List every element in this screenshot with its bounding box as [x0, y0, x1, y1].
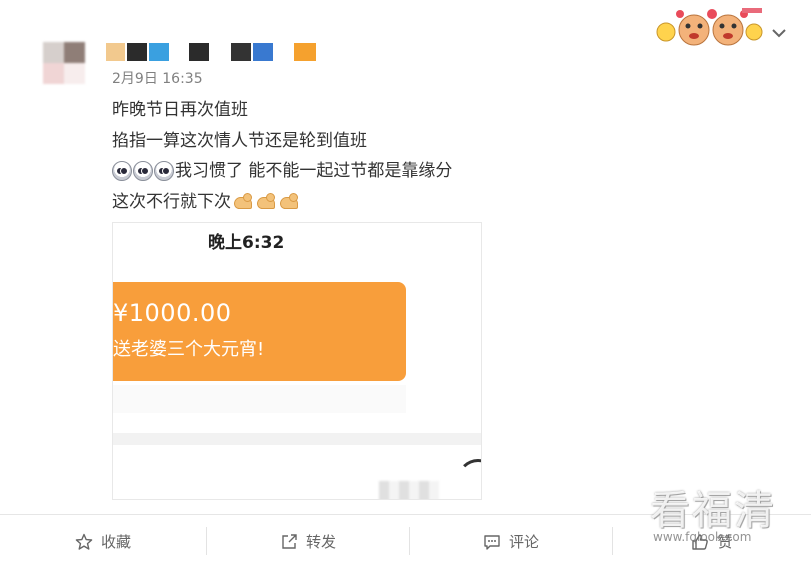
post-line-with-emoji: 我习惯了 能不能一起过节都是靠缘分 [112, 156, 672, 187]
post-line-with-emoji: 这次不行就下次 [112, 187, 672, 218]
muscle-icon [255, 192, 277, 211]
post-text: 昨晚节日再次值班 掐指一算这次情人节还是轮到值班 我习惯了 能不能一起过节都是靠… [112, 95, 672, 217]
decorative-sticker-icon [654, 6, 764, 52]
comment-label: 评论 [508, 533, 539, 551]
image-shade [113, 385, 406, 413]
post-line: 昨晚节日再次值班 [112, 100, 248, 120]
blurred-region [379, 481, 439, 499]
favorite-label: 收藏 [100, 533, 131, 551]
post-line: 这次不行就下次 [112, 191, 231, 212]
post-line: 我习惯了 能不能一起过节都是靠缘分 [175, 161, 453, 181]
favorite-button[interactable]: 收藏 [0, 515, 206, 568]
muscle-icon [278, 192, 300, 211]
red-packet-amount: ¥1000.00 [113, 299, 232, 327]
username-blurred[interactable] [106, 43, 318, 61]
post-timestamp[interactable]: 2月9日 16:35 [112, 68, 203, 88]
scared-face-icon [112, 161, 132, 182]
image-divider [113, 433, 481, 445]
comment-icon [484, 534, 500, 550]
post-image[interactable]: 晚上6:32 ¥1000.00 送老婆三个大元宵! [112, 222, 482, 500]
post-line: 掐指一算这次情人节还是轮到值班 [112, 130, 367, 151]
scared-face-icon [154, 161, 174, 182]
repost-button[interactable]: 转发 [207, 515, 409, 568]
star-icon [75, 533, 93, 550]
image-time: 晚上6:32 [208, 233, 285, 253]
red-packet-card [113, 282, 406, 381]
scared-face-icon [133, 161, 153, 182]
share-icon [282, 533, 297, 549]
chevron-down-icon[interactable] [770, 24, 788, 42]
muscle-icon [232, 192, 254, 211]
comment-button[interactable]: 评论 [410, 515, 612, 568]
site-watermark: 看福清 [650, 488, 776, 534]
weibo-post-card: 2月9日 16:35 昨晚节日再次值班 掐指一算这次情人节还是轮到值班 我习惯了… [0, 0, 811, 568]
avatar[interactable] [43, 42, 85, 84]
loading-circle-icon [457, 459, 481, 499]
site-watermark-url: www.fqlook.com [653, 530, 752, 544]
red-packet-message: 送老婆三个大元宵! [113, 339, 265, 360]
emoji-group [112, 161, 174, 182]
repost-label: 转发 [305, 533, 336, 551]
